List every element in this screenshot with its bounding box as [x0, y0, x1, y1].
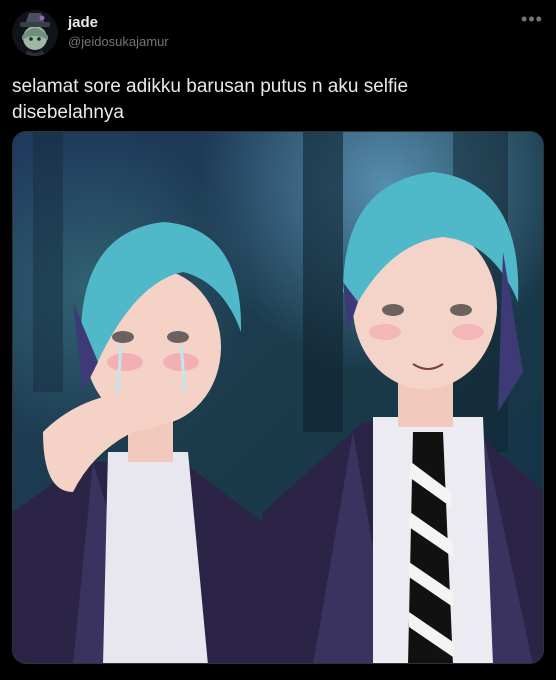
tweet-text: selamat sore adikku barusan putus n aku … — [12, 76, 409, 123]
tweet-image[interactable] — [12, 131, 544, 664]
anime-illustration — [13, 132, 543, 663]
more-options-icon[interactable]: ••• — [520, 10, 544, 32]
display-name[interactable]: jade — [68, 14, 169, 32]
user-handle[interactable]: @jeidosukajamur — [68, 32, 169, 52]
anime-avatar-icon — [12, 10, 58, 56]
author-names: jade @jeidosukajamur — [68, 14, 169, 52]
user-avatar[interactable] — [12, 10, 58, 56]
tweet-header: jade @jeidosukajamur ••• — [12, 10, 544, 60]
